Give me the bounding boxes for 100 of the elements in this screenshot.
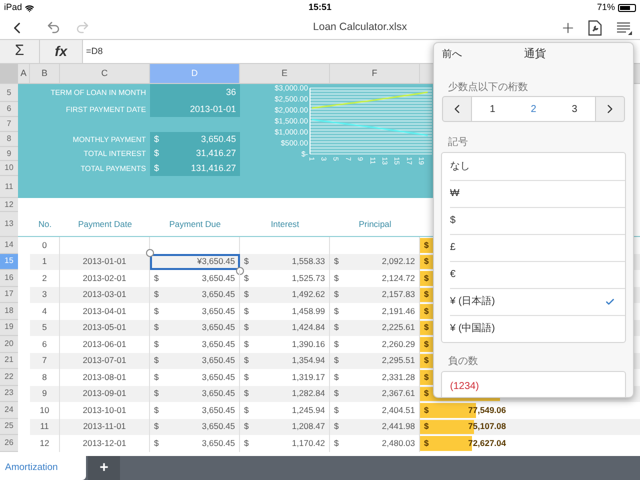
- table-cell: 3,650.45: [202, 387, 235, 400]
- row-header[interactable]: 6: [0, 102, 18, 117]
- selected-cell[interactable]: ¥3,650.45: [150, 254, 240, 270]
- currency-symbol: $: [424, 304, 429, 318]
- currency-symbol: $: [334, 304, 339, 318]
- table-cell: 2,124.72: [382, 272, 415, 285]
- row-header[interactable]: 5: [0, 84, 18, 102]
- table-cell: 2013-02-01: [82, 272, 126, 285]
- add-sheet-button[interactable]: +: [88, 456, 120, 480]
- table-cell: 7: [42, 354, 47, 368]
- table-cell: 3,650.45: [202, 420, 235, 434]
- currency-symbol: $: [154, 132, 160, 146]
- column-header[interactable]: F: [330, 64, 420, 83]
- currency-option[interactable]: £: [450, 234, 625, 261]
- row-header[interactable]: 12: [0, 198, 18, 212]
- column-header[interactable]: A: [18, 64, 30, 83]
- currency-symbol: $: [154, 370, 159, 384]
- row-header[interactable]: 16: [0, 270, 18, 286]
- table-cell: 3,650.45: [202, 338, 235, 351]
- currency-symbol: $: [334, 354, 339, 368]
- currency-symbol: $: [154, 272, 159, 285]
- section-label: 負の数: [448, 355, 478, 369]
- row-header[interactable]: 14: [0, 237, 18, 254]
- row-header[interactable]: 8: [0, 132, 18, 147]
- summary-value: 31,416.27: [196, 147, 236, 160]
- table-cell: 2013-04-01: [82, 304, 126, 318]
- currency-symbol: $: [154, 288, 159, 302]
- table-cell: 1,458.99: [292, 304, 325, 318]
- table-cell: 2013-05-01: [82, 321, 126, 334]
- table-cell: 2,191.46: [382, 304, 415, 318]
- currency-option[interactable]: $: [450, 207, 625, 234]
- row-header[interactable]: 20: [0, 336, 18, 352]
- sheet-tab[interactable]: Amortization: [0, 456, 86, 480]
- currency-option[interactable]: ¥ (日本語): [450, 288, 625, 315]
- currency-symbol: $: [244, 370, 249, 384]
- decimal-option[interactable]: 1: [472, 97, 513, 121]
- table-cell: 12: [40, 436, 50, 450]
- table-cell: 3,650.45: [202, 436, 235, 450]
- currency-symbol: $: [424, 338, 429, 351]
- function-button[interactable]: fx: [40, 40, 82, 63]
- row-header[interactable]: 13: [0, 212, 18, 237]
- corner-cell[interactable]: [0, 64, 18, 83]
- decimal-option[interactable]: 2: [513, 97, 554, 121]
- document-wrench-icon[interactable]: [588, 20, 602, 36]
- row-header[interactable]: 15: [0, 254, 18, 270]
- row-header[interactable]: 17: [0, 286, 18, 303]
- table-cell: 2013-11-01: [83, 420, 126, 434]
- row-header[interactable]: 10: [0, 161, 18, 176]
- row-header[interactable]: 19: [0, 320, 18, 336]
- table-cell: 1,245.94: [292, 404, 325, 417]
- currency-symbol: $: [244, 354, 249, 368]
- table-cell: 2013-07-01: [82, 354, 126, 368]
- table-cell: 9: [42, 387, 47, 400]
- currency-symbol: $: [424, 404, 429, 417]
- clock: 15:51: [308, 1, 332, 14]
- row-header[interactable]: 21: [0, 352, 18, 369]
- row-header[interactable]: 7: [0, 117, 18, 132]
- table-cell: 1,525.73: [292, 272, 325, 285]
- row-header[interactable]: 25: [0, 418, 18, 435]
- table-cell: 11: [40, 420, 49, 434]
- currency-option[interactable]: ₩: [450, 180, 625, 207]
- table-cell: 1,390.16: [292, 338, 325, 351]
- sum-button[interactable]: Σ: [0, 40, 40, 63]
- column-header[interactable]: E: [240, 64, 330, 83]
- currency-symbol: $: [334, 338, 339, 351]
- table-cell: 2013-01-01: [82, 255, 126, 268]
- list-icon[interactable]: [616, 20, 632, 34]
- column-title: Principal: [358, 218, 392, 230]
- table-cell: 1,170.42: [292, 436, 325, 450]
- section-label: 少数点以下の桁数: [448, 81, 528, 95]
- currency-option[interactable]: €: [450, 261, 625, 288]
- currency-option[interactable]: ¥ (中国語): [450, 315, 625, 342]
- currency-symbol: $: [244, 338, 249, 351]
- currency-symbol: $: [334, 370, 339, 384]
- currency-option[interactable]: なし: [450, 153, 625, 180]
- currency-symbol: $: [154, 147, 160, 160]
- currency-symbol: $: [334, 288, 339, 302]
- currency-symbol: $: [334, 420, 339, 434]
- battery-icon: [618, 4, 636, 12]
- summary-value: 3,650.45: [200, 132, 236, 146]
- back-link[interactable]: 前へ: [442, 46, 462, 62]
- table-cell: 2,331.28: [382, 370, 415, 384]
- row-header[interactable]: 9: [0, 147, 18, 161]
- currency-symbol: $: [424, 370, 429, 384]
- table-cell: 2,260.29: [382, 338, 415, 351]
- negative-format-option[interactable]: (1234): [441, 371, 626, 397]
- table-cell: 0: [42, 238, 47, 252]
- row-header[interactable]: 11: [0, 176, 18, 198]
- column-header[interactable]: B: [30, 64, 60, 83]
- table-cell: 1,282.84: [292, 387, 325, 400]
- row-header[interactable]: 18: [0, 303, 18, 320]
- summary-value: 36: [226, 86, 236, 100]
- table-cell: 1,319.17: [292, 370, 325, 384]
- undo-icon[interactable]: [46, 20, 61, 35]
- row-header[interactable]: 23: [0, 386, 18, 402]
- row-header[interactable]: 24: [0, 402, 18, 418]
- decimal-option[interactable]: 3: [554, 97, 595, 121]
- popover-title: 通貨: [524, 46, 546, 62]
- row-header[interactable]: 22: [0, 369, 18, 386]
- row-header[interactable]: 26: [0, 435, 18, 452]
